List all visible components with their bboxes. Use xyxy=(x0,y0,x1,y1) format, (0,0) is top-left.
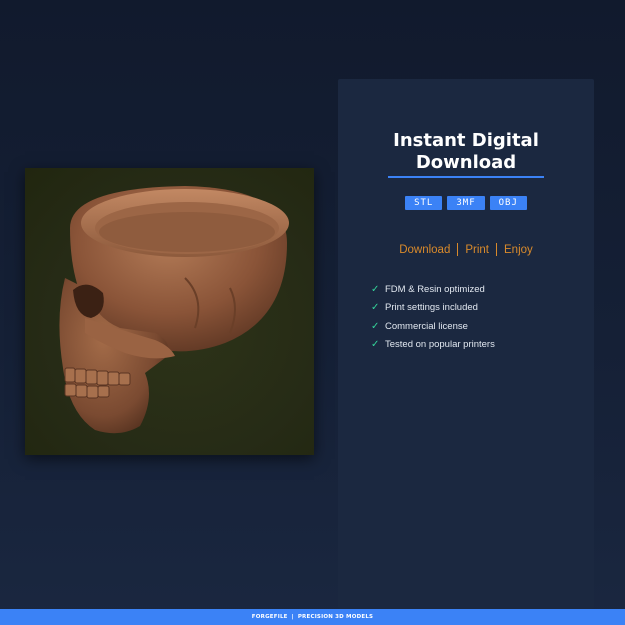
format-badge-3mf: 3MF xyxy=(447,196,485,210)
info-panel: Instant Digital Download STL 3MF OBJ Dow… xyxy=(338,79,594,609)
format-badge-stl: STL xyxy=(405,196,443,210)
footer-brand: FORGEFILE xyxy=(251,614,288,620)
tagline-divider xyxy=(496,243,498,256)
tagline-print: Print xyxy=(465,243,490,256)
title-underline xyxy=(388,176,544,178)
panel-title: Instant Digital Download xyxy=(338,130,594,174)
title-line-2: Download xyxy=(415,152,517,173)
check-icon: ✓ xyxy=(371,339,380,351)
feature-item: ✓ FDM & Resin optimized xyxy=(371,280,495,299)
check-icon: ✓ xyxy=(371,283,380,295)
title-line-1: Instant Digital xyxy=(393,130,539,151)
feature-item: ✓ Tested on popular printers xyxy=(371,336,495,355)
tagline: Download Print Enjoy xyxy=(338,243,594,256)
tagline-enjoy: Enjoy xyxy=(504,243,533,256)
skull-planter-icon xyxy=(59,186,289,434)
feature-label: FDM & Resin optimized xyxy=(385,283,485,295)
footer-bar: FORGEFILE | PRECISION 3D MODELS xyxy=(0,609,625,625)
feature-item: ✓ Print settings included xyxy=(371,299,495,318)
feature-label: Commercial license xyxy=(385,320,468,332)
feature-item: ✓ Commercial license xyxy=(371,317,495,336)
tagline-divider xyxy=(457,243,459,256)
footer-tagline: PRECISION 3D MODELS xyxy=(297,614,374,620)
check-icon: ✓ xyxy=(371,302,380,314)
check-icon: ✓ xyxy=(371,320,380,332)
tagline-download: Download xyxy=(399,243,451,256)
footer-separator: | xyxy=(291,614,294,620)
format-badge-obj: OBJ xyxy=(489,196,527,210)
product-image xyxy=(25,168,314,455)
feature-label: Tested on popular printers xyxy=(385,339,495,351)
feature-list: ✓ FDM & Resin optimized ✓ Print settings… xyxy=(371,280,495,354)
format-badges: STL 3MF OBJ xyxy=(338,196,594,210)
feature-label: Print settings included xyxy=(385,302,478,314)
